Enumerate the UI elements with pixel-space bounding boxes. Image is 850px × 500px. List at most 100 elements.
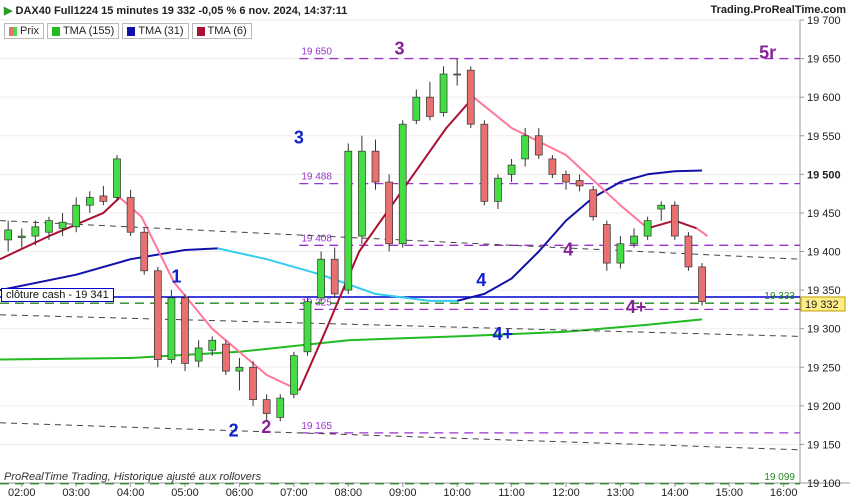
x-tick-label: 16:00	[770, 487, 798, 499]
x-tick-label: 04:00	[117, 487, 145, 499]
y-tick-label: 19 550	[807, 131, 841, 143]
wave-label: 5r	[759, 43, 776, 63]
y-tick-label: 19 150	[807, 439, 841, 451]
legend-swatch-icon	[51, 26, 60, 36]
last-price-label: 19 332	[805, 299, 839, 311]
y-tick-label: 19 600	[807, 92, 841, 104]
candle-body	[385, 181, 393, 245]
candle-body	[616, 243, 625, 264]
level-label: 19 488	[301, 172, 332, 183]
candle-body	[290, 355, 298, 395]
candle-body	[249, 366, 257, 401]
candle-body	[698, 266, 706, 303]
price-chart: 19 100 19 150 19 200 19 250 19 300 19 350 19 4…	[0, 15, 850, 499]
candle-body	[317, 258, 325, 299]
y-tick-label: 19 200	[807, 401, 841, 413]
candle-body	[85, 197, 94, 206]
candle-body	[181, 297, 189, 364]
candle-body	[126, 197, 135, 233]
candle-body	[276, 397, 285, 418]
candle-body	[534, 135, 543, 156]
y-tick-label: 19 250	[807, 362, 841, 374]
wave-label: 4	[563, 239, 573, 259]
wave-label: 3	[294, 127, 304, 147]
legend-swatch-icon	[127, 26, 136, 36]
chart-title: DAX40 Full1224 15 minutes 19 332 -0,05 %…	[15, 5, 348, 17]
x-tick-label: 15:00	[715, 487, 743, 499]
legend-label: TMA (155)	[62, 25, 115, 37]
candle-body	[684, 235, 693, 268]
candle-body	[643, 220, 652, 237]
candle-body	[330, 258, 339, 295]
candle-body	[222, 343, 230, 372]
candle-body	[426, 96, 434, 117]
candle-body	[194, 347, 203, 362]
level-label: 19 165	[301, 421, 332, 432]
x-tick-label: 14:00	[661, 487, 689, 499]
candle-body	[208, 339, 217, 351]
legend-swatch-icon	[196, 26, 205, 36]
level-label: 19 650	[301, 47, 332, 58]
candle-body	[657, 204, 666, 210]
wave-label: 4+	[626, 297, 647, 317]
candle-body	[575, 180, 584, 187]
candle-body	[562, 173, 570, 183]
x-tick-label: 06:00	[226, 487, 254, 499]
y-tick-label: 19 100	[807, 478, 841, 490]
wave-label: 2	[229, 421, 239, 441]
candle-body	[371, 150, 380, 183]
candle-body	[303, 301, 312, 353]
candle-body	[398, 123, 407, 245]
legend-item-price[interactable]: Prix	[4, 23, 44, 39]
candle-body	[358, 150, 366, 237]
legend-item-tma31[interactable]: TMA (31)	[122, 23, 189, 39]
y-tick-label: 19 300	[807, 324, 841, 336]
legend-item-tma6[interactable]: TMA (6)	[191, 23, 252, 39]
candle-body	[235, 366, 244, 372]
x-tick-label: 10:00	[443, 487, 471, 499]
candle-body	[113, 158, 121, 198]
legend-label: TMA (6)	[207, 25, 247, 37]
wave-label: 1	[171, 266, 181, 286]
candle-body	[494, 177, 502, 202]
y-tick-label: 19 650	[807, 54, 841, 66]
brand-label: Trading.ProRealTime.com	[710, 4, 846, 16]
candle-body	[480, 123, 489, 202]
x-tick-label: 05:00	[171, 487, 199, 499]
level-label: 19 099	[764, 472, 795, 483]
menu-arrow-icon[interactable]: ▶	[4, 5, 12, 17]
candle-body	[521, 135, 530, 160]
legend-item-tma155[interactable]: TMA (155)	[46, 23, 120, 39]
footer-note: ProRealTime Trading, Historique ajusté a…	[4, 471, 262, 483]
x-tick-label: 02:00	[8, 487, 36, 499]
candle-body	[466, 69, 475, 125]
candle-body	[344, 150, 353, 291]
x-tick-label: 07:00	[280, 487, 308, 499]
x-tick-label: 09:00	[389, 487, 417, 499]
wave-label: 3	[395, 39, 405, 59]
x-tick-label: 13:00	[607, 487, 635, 499]
candle-body	[548, 158, 557, 175]
candle-body	[453, 73, 461, 76]
x-tick-label: 08:00	[335, 487, 363, 499]
candle-body	[140, 231, 149, 272]
candle-body	[439, 73, 448, 113]
candle-body	[589, 189, 598, 218]
x-tick-label: 11:00	[498, 487, 525, 499]
wave-label: 4	[476, 270, 486, 290]
candle-body	[31, 226, 40, 237]
y-tick-label: 19 500	[807, 169, 841, 181]
candle-body	[412, 96, 421, 121]
candle-body	[72, 204, 81, 228]
y-tick-label: 19 350	[807, 285, 841, 297]
close-cash-label: clôture cash - 19 341	[1, 288, 114, 302]
x-tick-label: 03:00	[62, 487, 90, 499]
candle-body	[507, 164, 516, 175]
chart-title-icon-row: ▶ DAX40 Full1224 15 minutes 19 332 -0,05…	[4, 4, 347, 17]
candle-body	[45, 220, 53, 233]
candle-body	[153, 270, 162, 360]
candle-body	[4, 229, 13, 241]
wave-label: 2	[261, 417, 271, 437]
wave-label: 4+	[493, 324, 514, 344]
legend-label: Prix	[20, 25, 39, 37]
